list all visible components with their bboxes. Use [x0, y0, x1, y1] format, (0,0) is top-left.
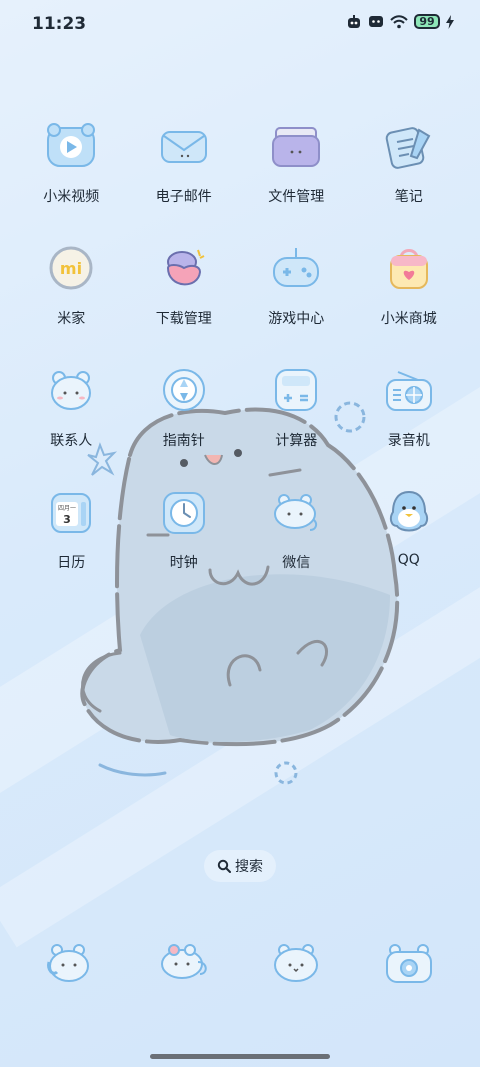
app-file-manager[interactable]: 文件管理 [240, 118, 353, 240]
home-indicator[interactable] [150, 1054, 330, 1059]
app-label: 小米视频 [43, 189, 100, 205]
app-label: QQ [397, 552, 420, 568]
search-label: 搜索 [235, 859, 263, 875]
app-label: 笔记 [394, 189, 423, 205]
app-label: 日历 [57, 555, 86, 571]
shop-icon [381, 240, 437, 296]
app-compass[interactable]: 指南针 [128, 362, 241, 484]
battery-indicator: 99 [414, 14, 440, 29]
app-calendar[interactable]: 四月一 3 日历 [15, 484, 128, 606]
notes-icon [381, 118, 437, 174]
wechat-icon [268, 484, 324, 540]
camera-icon [385, 944, 432, 983]
app-wechat[interactable]: 微信 [240, 484, 353, 606]
app-label: 下载管理 [155, 311, 212, 327]
wifi-icon [390, 14, 408, 28]
app-label: 时钟 [169, 555, 198, 571]
app-qq[interactable]: QQ [353, 484, 466, 606]
app-label: 电子邮件 [155, 189, 212, 205]
mijia-logo-text: mi [60, 259, 82, 278]
app-label: 米家 [57, 311, 86, 327]
calendar-icon-header: 四月一 [58, 505, 76, 512]
app-download-manager[interactable]: 下载管理 [128, 240, 241, 362]
status-time: 11:23 [32, 14, 87, 34]
app-contacts[interactable]: 联系人 [15, 362, 128, 484]
charging-icon [446, 14, 454, 29]
app-row: mi 米家 下载管理 游戏中心 小米商城 [15, 240, 465, 362]
calculator-icon [268, 362, 324, 418]
dock-app-phone[interactable] [15, 940, 128, 986]
app-recorder[interactable]: 录音机 [353, 362, 466, 484]
browser-icon [274, 944, 319, 982]
compass-icon [156, 362, 212, 418]
download-icon [156, 240, 212, 296]
clock-icon [156, 484, 212, 540]
video-icon [43, 118, 99, 174]
app-row: 联系人 指南针 计算器 录音机 [15, 362, 465, 484]
app-game-center[interactable]: 游戏中心 [240, 240, 353, 362]
app-label: 小米商城 [380, 311, 437, 327]
notification-chat-icon [369, 15, 383, 27]
app-clock[interactable]: 时钟 [128, 484, 241, 606]
dock-app-browser[interactable] [240, 940, 353, 986]
notification-robot-icon [348, 14, 360, 28]
app-label: 文件管理 [268, 189, 325, 205]
status-bar: 11:23 99 [0, 0, 480, 50]
phone-icon [47, 944, 90, 982]
app-email[interactable]: 电子邮件 [128, 118, 241, 240]
search-icon [217, 859, 231, 873]
app-label: 游戏中心 [268, 311, 325, 327]
app-grid: 小米视频 电子邮件 文件管理 笔记 mi 米家 下载管理 游戏中心 小米商城 联… [15, 118, 465, 606]
status-icons: 99 [346, 14, 454, 29]
mijia-icon: mi [43, 240, 99, 296]
home-screen: { "status_bar": { "time": "11:23", "batt… [0, 0, 480, 1067]
app-row: 小米视频 电子邮件 文件管理 笔记 [15, 118, 465, 240]
contacts-icon [43, 362, 99, 418]
dock-app-camera[interactable] [353, 940, 466, 986]
app-mijia[interactable]: mi 米家 [15, 240, 128, 362]
app-label: 计算器 [275, 433, 318, 449]
qq-icon [381, 484, 437, 540]
search-button[interactable]: 搜索 [204, 850, 276, 882]
mail-icon [156, 118, 212, 174]
recorder-icon [381, 362, 437, 418]
dock [15, 940, 465, 986]
app-label: 指南针 [162, 433, 205, 449]
dock-app-messages[interactable] [128, 940, 241, 986]
app-xiaomi-store[interactable]: 小米商城 [353, 240, 466, 362]
calendar-icon: 四月一 3 [43, 484, 99, 540]
calendar-icon-day: 3 [63, 513, 71, 526]
app-row: 四月一 3 日历 时钟 微信 QQ [15, 484, 465, 606]
app-label: 微信 [282, 555, 311, 571]
app-calculator[interactable]: 计算器 [240, 362, 353, 484]
app-label: 联系人 [50, 433, 93, 449]
folder-icon [268, 118, 324, 174]
app-xiaomi-video[interactable]: 小米视频 [15, 118, 128, 240]
gamepad-icon [268, 240, 324, 296]
app-notes[interactable]: 笔记 [353, 118, 466, 240]
app-label: 录音机 [387, 433, 430, 449]
messages-icon [160, 944, 207, 979]
